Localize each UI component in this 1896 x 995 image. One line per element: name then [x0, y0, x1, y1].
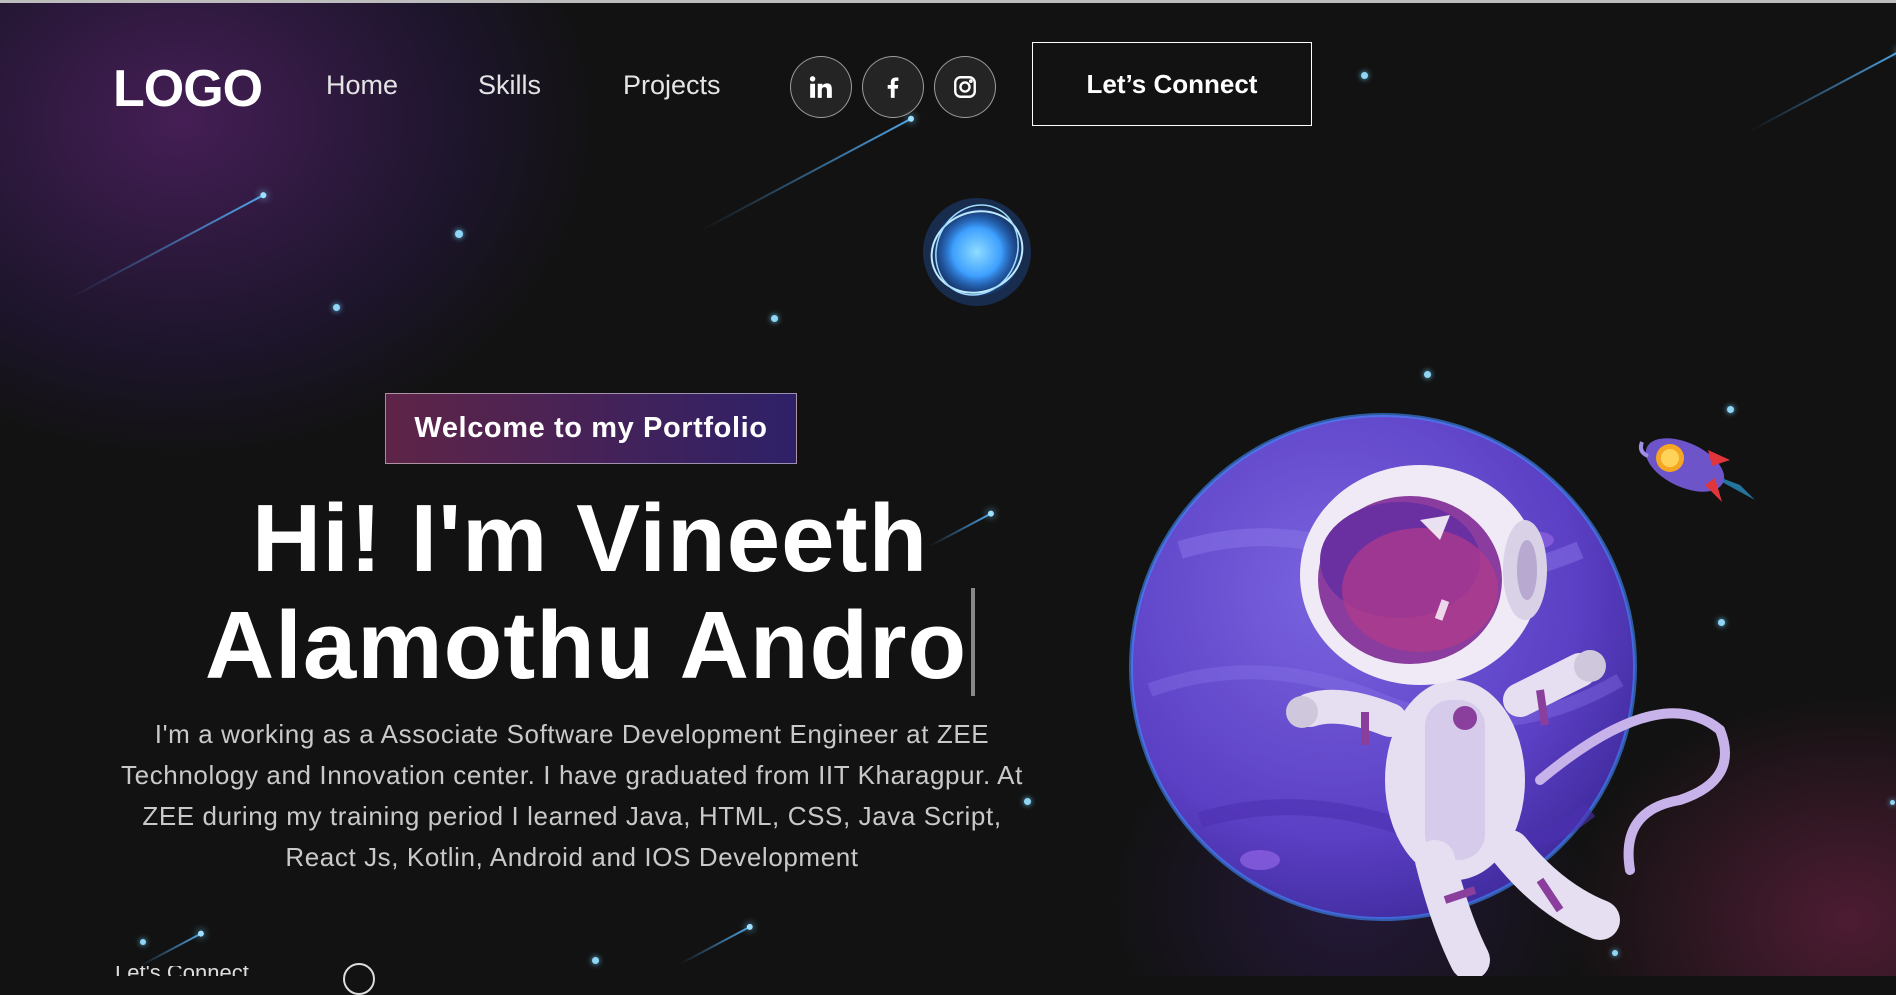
arrow-circle-icon[interactable] — [343, 963, 375, 995]
shooting-star — [139, 932, 203, 967]
headline-line-2-wrap: Alamothu Andro — [130, 588, 1050, 696]
nav-link-home[interactable]: Home — [326, 70, 398, 100]
nav-link-skills[interactable]: Skills — [478, 70, 541, 100]
glowing-orb-icon — [923, 198, 1031, 306]
typing-cursor — [971, 588, 976, 696]
linkedin-button[interactable] — [790, 56, 852, 118]
tagline-badge: Welcome to my Portfolio — [385, 393, 797, 464]
star — [333, 304, 340, 311]
shooting-star — [1749, 50, 1896, 132]
page-title: Hi! I'm Vineeth Alamothu Andro — [130, 490, 1050, 696]
instagram-button[interactable] — [934, 56, 996, 118]
instagram-icon — [954, 76, 976, 98]
star — [455, 230, 463, 238]
logo[interactable]: LOGO — [113, 62, 263, 116]
scroll-connect-link[interactable]: Let's Connect — [115, 966, 249, 976]
headline-line-2: Alamothu Andro — [204, 592, 968, 699]
shooting-star — [699, 117, 913, 232]
star — [771, 315, 778, 322]
shooting-star — [679, 925, 752, 965]
browser-edge — [0, 0, 1896, 3]
facebook-button[interactable] — [862, 56, 924, 118]
star — [1361, 72, 1368, 79]
nav-link-projects[interactable]: Projects — [623, 70, 721, 100]
facebook-icon — [887, 77, 899, 98]
star — [1424, 371, 1431, 378]
headline-line-1: Hi! I'm Vineeth — [251, 485, 929, 592]
star — [592, 957, 599, 964]
rocket-icon — [1638, 438, 1755, 502]
star — [1890, 800, 1895, 805]
star — [140, 939, 146, 945]
shooting-star — [69, 193, 265, 299]
linkedin-icon — [809, 76, 832, 98]
hero-description: I'm a working as a Associate Software De… — [121, 719, 1023, 872]
lets-connect-button[interactable]: Let’s Connect — [1032, 42, 1312, 126]
